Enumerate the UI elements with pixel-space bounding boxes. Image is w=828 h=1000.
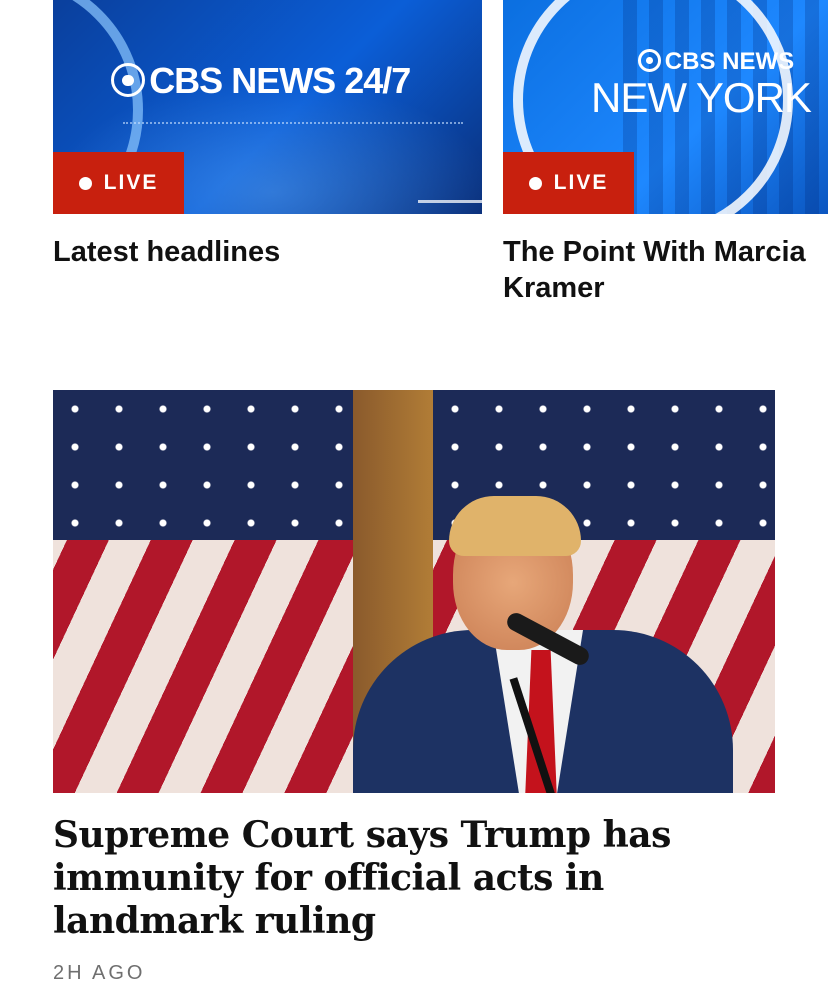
live-card-cbs-news-new-york[interactable]: CBS NEWS NEW YORK LIVE bbox=[503, 0, 828, 214]
live-dot-icon bbox=[78, 176, 92, 190]
live-dot-icon bbox=[528, 176, 542, 190]
story-headline[interactable]: Supreme Court says Trump has immunity fo… bbox=[53, 814, 773, 943]
ticker-graphic bbox=[123, 122, 463, 126]
cbs-eye-icon bbox=[111, 63, 146, 98]
brand-text: CBS NEWS 24/7 bbox=[149, 60, 411, 101]
live-badge: LIVE bbox=[503, 152, 634, 214]
speaker-figure bbox=[353, 496, 733, 793]
live-card-title[interactable]: The Point With Marcia Kramer bbox=[503, 234, 828, 306]
live-badge-label: LIVE bbox=[553, 171, 609, 194]
live-card-cbs-news-247[interactable]: CBS NEWS 24/7 LIVE bbox=[53, 0, 482, 214]
live-badge: LIVE bbox=[53, 152, 184, 214]
cbs-news-logo: CBS NEWS bbox=[638, 48, 794, 76]
live-badge-label: LIVE bbox=[103, 171, 159, 194]
progress-scrubber bbox=[418, 200, 482, 203]
cbs-news-247-logo: CBS NEWS 24/7 bbox=[111, 60, 411, 102]
story-timestamp: 2H AGO bbox=[53, 962, 146, 984]
new-york-wordmark: NEW YORK bbox=[591, 74, 812, 121]
story-image[interactable] bbox=[53, 390, 775, 793]
brand-text: CBS NEWS bbox=[664, 48, 795, 75]
live-card-title[interactable]: Latest headlines bbox=[53, 234, 473, 270]
flag-graphic bbox=[53, 390, 373, 793]
cbs-eye-icon bbox=[638, 49, 661, 72]
